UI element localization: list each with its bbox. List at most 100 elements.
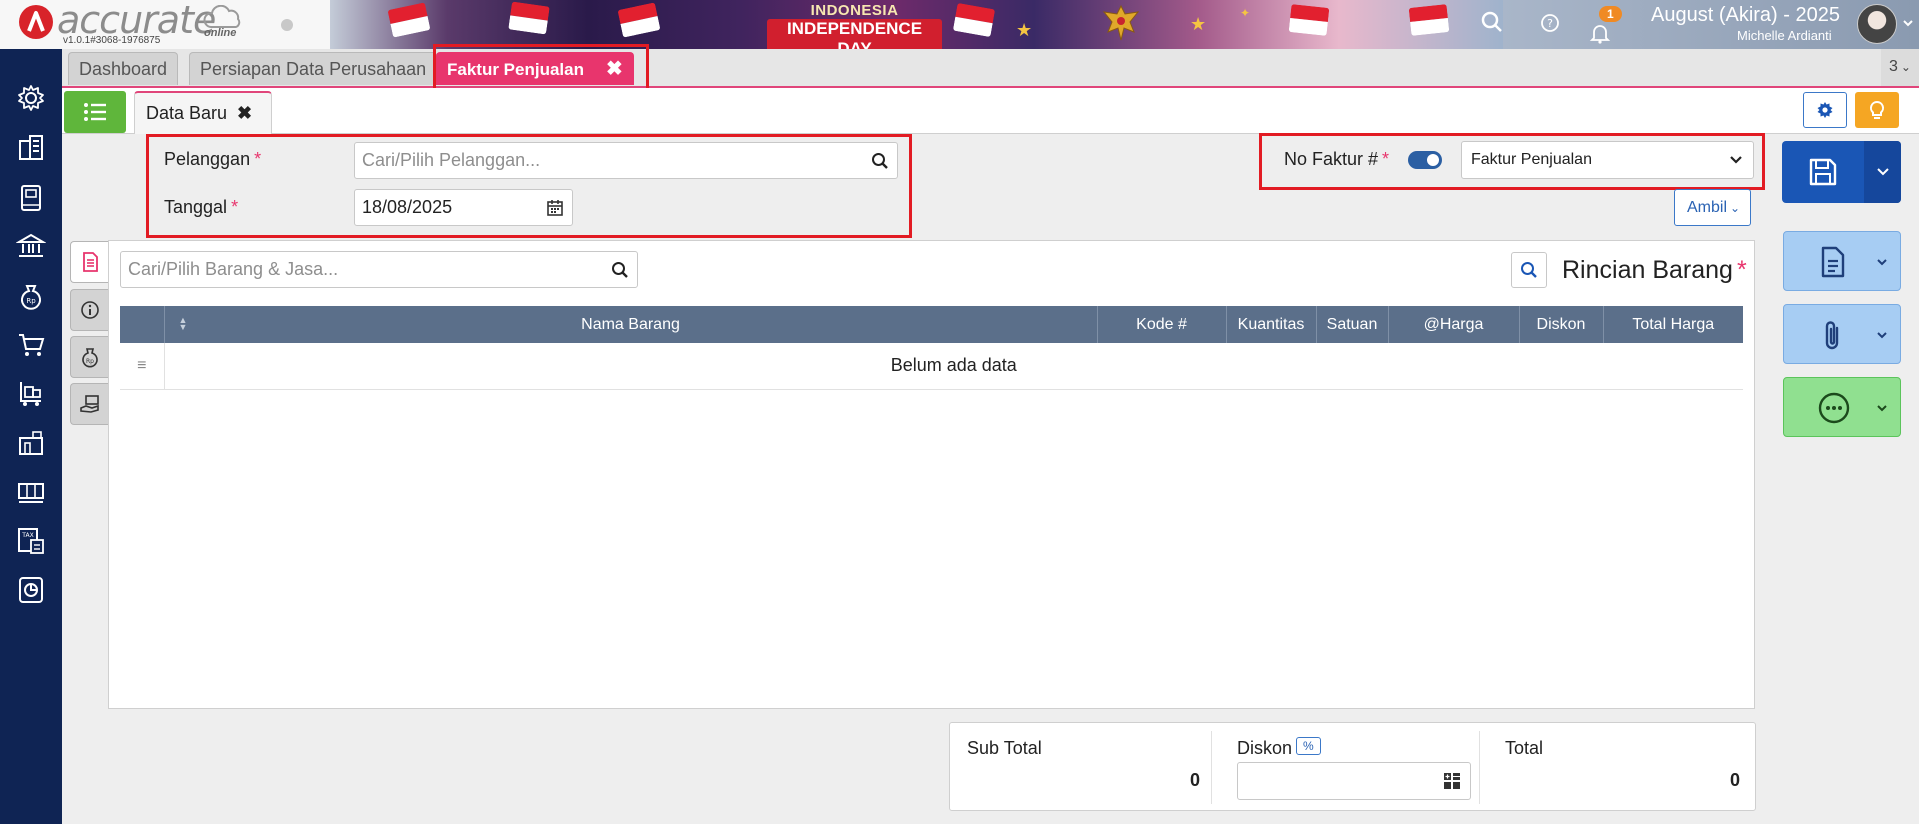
detail-search-button[interactable] <box>1511 252 1547 288</box>
tab-info[interactable] <box>70 289 108 331</box>
tab-count: 3 <box>1889 58 1898 75</box>
tanggal-label: Tanggal * <box>164 197 238 218</box>
user-bar: ? 1 August (Akira) - 2025 Michelle Ardia… <box>1503 0 1919 49</box>
chevron-down-icon <box>1876 165 1890 179</box>
save-main[interactable] <box>1782 141 1864 203</box>
auto-number-toggle[interactable] <box>1408 151 1442 169</box>
more-actions-button[interactable] <box>1783 377 1901 437</box>
close-tab-icon[interactable]: ✖ <box>606 58 623 80</box>
discount-input[interactable] <box>1237 762 1471 800</box>
ledger-book-icon[interactable] <box>14 181 48 215</box>
form-settings-button[interactable] <box>1803 92 1847 128</box>
user-name[interactable]: Michelle Ardianti <box>1737 28 1832 43</box>
tab-label: Faktur Penjualan <box>447 60 584 79</box>
drag-handle-icon[interactable]: ≡ <box>120 343 165 390</box>
column-diskon[interactable]: Diskon <box>1519 306 1604 343</box>
tab-bar: Dashboard Persiapan Data Perusahaan Fakt… <box>62 49 1919 88</box>
sort-icon[interactable]: ▲ ▼ <box>179 316 188 332</box>
tax-icon[interactable]: TAX <box>14 524 48 558</box>
tab-overflow-menu[interactable]: 3 ⌄ <box>1881 49 1919 86</box>
sidebar: Rp TAX <box>0 49 62 824</box>
avatar[interactable] <box>1857 4 1897 44</box>
pelanggan-label-text: Pelanggan <box>164 149 251 169</box>
date-input[interactable] <box>355 190 535 224</box>
global-search-icon[interactable] <box>1481 11 1503 33</box>
date-field[interactable] <box>354 189 573 226</box>
gear-icon <box>1816 101 1834 119</box>
help-icon[interactable]: ? <box>1539 12 1561 34</box>
customer-search-input[interactable] <box>355 143 845 177</box>
close-subtab-icon[interactable]: ✖ <box>237 103 252 123</box>
items-table: ▲ ▼ Nama Barang Kode # Kuantitas Satuan @… <box>120 306 1743 390</box>
company-name[interactable]: August (Akira) - 2025 <box>1651 4 1840 27</box>
shopping-cart-icon[interactable] <box>14 328 48 362</box>
diskon-label: Diskon <box>1237 738 1293 758</box>
divider <box>1211 731 1212 804</box>
search-icon[interactable] <box>611 261 629 279</box>
items-title: Rincian Barang * <box>1562 256 1747 285</box>
subtotal-value: 0 <box>1189 770 1200 790</box>
star-icon: ✦ <box>1240 6 1251 20</box>
attachment-button[interactable] <box>1783 304 1901 364</box>
list-view-button[interactable] <box>64 91 126 133</box>
more-options-icon <box>1818 392 1850 424</box>
invoice-number-select[interactable]: Faktur Penjualan <box>1461 141 1754 179</box>
chevron-down-icon <box>1876 256 1888 268</box>
settings-icon[interactable] <box>14 81 48 115</box>
hint-button[interactable] <box>1855 92 1899 128</box>
tab-persiapan-data-perusahaan[interactable]: Persiapan Data Perusahaan <box>189 52 438 85</box>
money-bag-icon: Rp <box>80 346 100 368</box>
bell-icon[interactable] <box>1589 22 1611 44</box>
column-kode[interactable]: Kode # <box>1097 306 1227 343</box>
no-faktur-label-text: No Faktur # <box>1284 149 1379 169</box>
tab-cost[interactable]: Rp <box>70 336 108 378</box>
item-search-field[interactable] <box>120 251 638 288</box>
divider <box>1479 731 1480 804</box>
warehouse-icon[interactable] <box>14 426 48 460</box>
print-document-button[interactable] <box>1783 231 1901 291</box>
tab-faktur-penjualan[interactable]: Faktur Penjualan ✖ <box>436 52 634 85</box>
bank-icon[interactable] <box>14 229 48 263</box>
save-options-button[interactable] <box>1864 141 1901 203</box>
column-total-harga[interactable]: Total Harga <box>1603 306 1743 343</box>
column-satuan[interactable]: Satuan <box>1316 306 1389 343</box>
chevron-down-icon[interactable] <box>1902 17 1914 29</box>
chevron-down-icon <box>1729 153 1743 167</box>
banner-title: INDONESIA INDEPENDENCE DAY <box>767 0 942 49</box>
ambil-button[interactable]: Ambil ⌄ <box>1674 189 1751 226</box>
notification-badge[interactable]: 1 <box>1599 6 1622 22</box>
floppy-disk-icon <box>1807 156 1839 188</box>
report-icon[interactable] <box>14 573 48 607</box>
purchase-trolley-icon[interactable] <box>14 377 48 411</box>
item-search-input[interactable] <box>121 252 591 286</box>
logo-area[interactable]: accurate v1.0.1#3068-1976875 online <box>0 0 330 49</box>
subtab-data-baru[interactable]: Data Baru ✖ <box>134 91 272 134</box>
tab-dashboard[interactable]: Dashboard <box>68 52 179 85</box>
save-button[interactable] <box>1782 141 1901 203</box>
svg-text:Rp: Rp <box>26 297 36 305</box>
search-icon[interactable] <box>871 152 889 170</box>
column-label: Nama Barang <box>581 315 680 333</box>
flag-icon <box>617 2 661 38</box>
column-kuantitas[interactable]: Kuantitas <box>1226 306 1317 343</box>
invoice-number-select-value: Faktur Penjualan <box>1471 151 1592 168</box>
flag-icon <box>952 2 996 38</box>
tab-payment[interactable] <box>70 383 108 425</box>
svg-text:Rp: Rp <box>86 358 94 365</box>
toggle-knob <box>1427 154 1439 166</box>
table-row: ≡ Belum ada data <box>120 343 1743 390</box>
calculator-icon[interactable] <box>1443 772 1461 790</box>
tab-detail-items[interactable] <box>70 241 108 283</box>
svg-text:?: ? <box>1547 17 1553 30</box>
column-nama-barang[interactable]: ▲ ▼ Nama Barang <box>164 306 1098 343</box>
customer-search-field[interactable] <box>354 142 898 179</box>
company-icon[interactable] <box>14 131 48 165</box>
inventory-icon[interactable] <box>14 475 48 509</box>
column-harga[interactable]: @Harga <box>1388 306 1520 343</box>
calendar-icon[interactable] <box>546 199 564 217</box>
lightbulb-icon <box>1868 100 1886 120</box>
cash-bag-icon[interactable]: Rp <box>14 279 48 313</box>
discount-percent-toggle[interactable]: % <box>1296 737 1321 755</box>
banner-line1: INDONESIA <box>810 2 899 19</box>
totals-panel: Sub Total 0 Diskon % Total 0 <box>949 722 1756 811</box>
